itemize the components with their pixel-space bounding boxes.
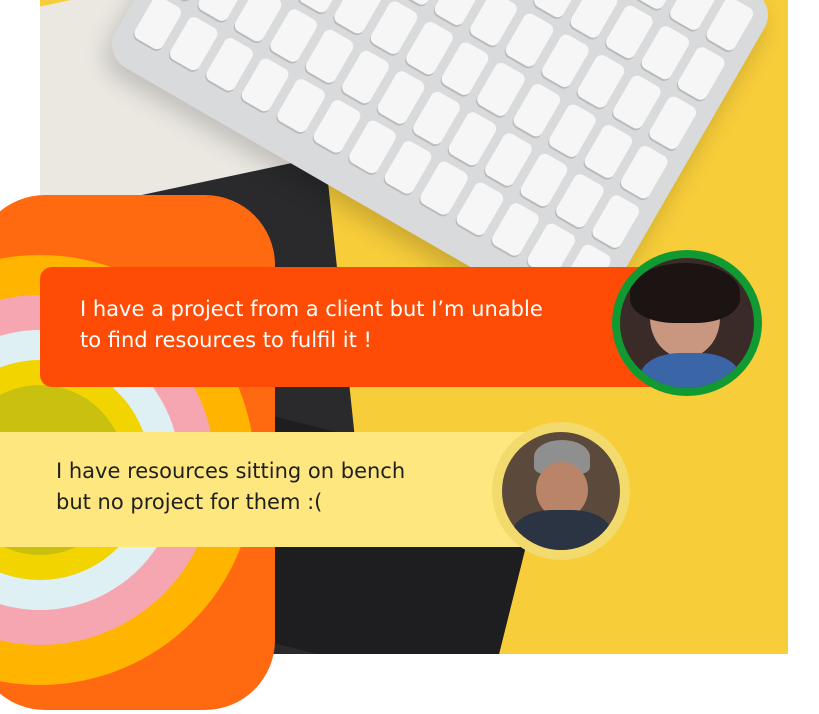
avatar-photo bbox=[620, 258, 754, 388]
chat-bubble-client: I have a project from a client but I’m u… bbox=[40, 267, 660, 387]
avatar-photo bbox=[502, 432, 620, 550]
chat-message-vendor: I have resources sitting on bench but no… bbox=[56, 456, 476, 518]
message-line: but no project for them :( bbox=[56, 490, 323, 514]
jacket-shape bbox=[512, 510, 612, 550]
message-line: I have resources sitting on bench bbox=[56, 459, 406, 483]
hair-shape bbox=[630, 263, 740, 323]
chat-message-client: I have a project from a client but I’m u… bbox=[80, 294, 580, 356]
shirt-shape bbox=[640, 353, 740, 388]
message-line: to find resources to fulfil it ! bbox=[80, 328, 372, 352]
chat-bubble-vendor: I have resources sitting on bench but no… bbox=[0, 432, 540, 547]
avatar-man bbox=[492, 422, 630, 560]
avatar-woman bbox=[612, 250, 762, 396]
keyboard-key bbox=[703, 0, 756, 53]
message-line: I have a project from a client but I’m u… bbox=[80, 297, 543, 321]
